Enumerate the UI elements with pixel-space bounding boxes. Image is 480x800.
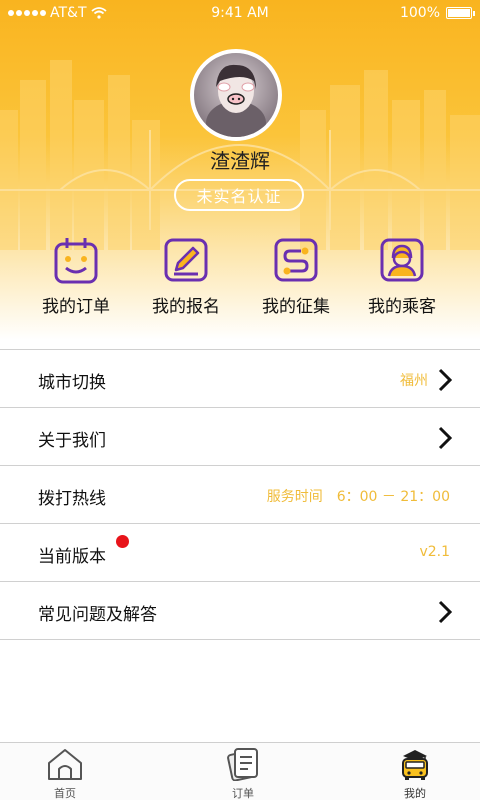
menu-row-hotline[interactable]: 拨打热线 服务时间 6：00 － 21：00: [0, 466, 480, 524]
menu-row-about-us[interactable]: 关于我们: [0, 408, 480, 466]
menu-row-city-switch[interactable]: 城市切换 福州: [0, 350, 480, 408]
tab-label: 我的: [404, 787, 426, 800]
menu-label: 城市切换: [38, 373, 106, 393]
passenger-icon: [380, 238, 424, 282]
tab-orders[interactable]: 订单: [203, 747, 283, 800]
bottom-tab-bar: 首页 订单 我的: [0, 742, 480, 800]
avatar-portrait-icon: [206, 64, 266, 137]
calendar-smile-icon: [54, 238, 98, 284]
menu-row-current-version[interactable]: 当前版本 v2.1: [0, 524, 480, 582]
battery-icon: [446, 7, 475, 19]
username: 渣渣辉: [210, 149, 270, 173]
chevron-right-icon: [438, 600, 452, 624]
user-avatar[interactable]: [190, 49, 282, 141]
current-city-value: 福州: [400, 373, 428, 389]
tab-mine[interactable]: 我的: [375, 747, 455, 800]
status-bar: AT&T 9:41 AM 100%: [0, 0, 480, 26]
quick-action-my-registrations[interactable]: 我的报名: [131, 236, 241, 317]
real-name-verify-button[interactable]: 未实名认证: [174, 179, 304, 211]
menu-label: 拨打热线: [38, 489, 106, 509]
quick-action-label: 我的征集: [262, 297, 330, 317]
edit-pen-icon: [164, 238, 208, 282]
order-list-icon: [227, 748, 258, 781]
chevron-right-icon: [438, 368, 452, 392]
version-value: v2.1: [419, 544, 450, 560]
profile-header: AT&T 9:41 AM 100% 渣渣辉 未实名认证 我的订单 我的报名 我的…: [0, 0, 480, 340]
menu-row-faq[interactable]: 常见问题及解答: [0, 582, 480, 640]
quick-action-my-collections[interactable]: 我的征集: [241, 236, 351, 317]
bus-mascot-icon: [402, 750, 428, 780]
menu-label: 关于我们: [38, 431, 106, 451]
quick-action-label: 我的报名: [152, 297, 220, 317]
chevron-right-icon: [438, 426, 452, 450]
quick-action-label: 我的订单: [42, 297, 110, 317]
battery-percent: 100%: [399, 5, 440, 21]
menu-label: 常见问题及解答: [38, 605, 157, 625]
service-hours-value: 服务时间 6：00 － 21：00: [266, 489, 450, 505]
quick-action-label: 我的乘客: [368, 297, 436, 317]
quick-action-my-orders[interactable]: 我的订单: [21, 236, 131, 317]
home-icon: [48, 749, 82, 780]
quick-action-my-passengers[interactable]: 我的乘客: [347, 236, 457, 317]
tab-home[interactable]: 首页: [25, 747, 105, 800]
route-icon: [274, 238, 318, 282]
tab-label: 首页: [54, 787, 76, 800]
settings-menu: 城市切换 福州 关于我们 拨打热线 服务时间 6：00 － 21：00 当前版本…: [0, 349, 480, 640]
tab-label: 订单: [232, 787, 254, 800]
update-badge: [116, 535, 129, 548]
menu-label: 当前版本: [38, 547, 106, 567]
